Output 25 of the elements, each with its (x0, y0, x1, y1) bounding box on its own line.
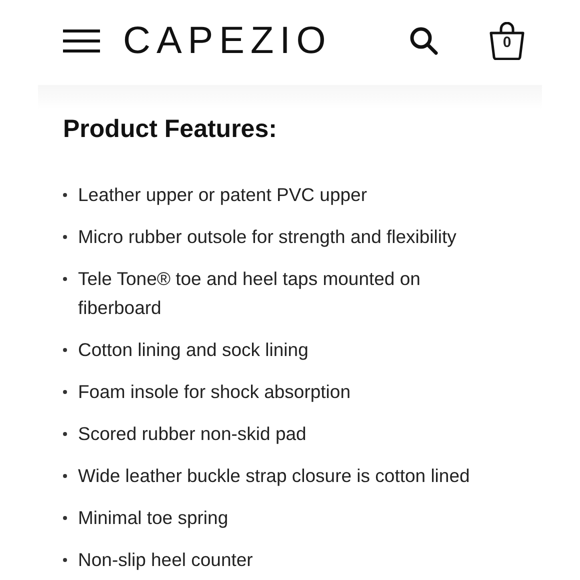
bullet-icon (63, 193, 67, 197)
feature-item: Foam insole for shock absorption (78, 380, 350, 404)
feature-item: Cotton lining and sock lining (78, 338, 308, 362)
bullet-icon (63, 516, 67, 520)
bag-icon (489, 22, 525, 60)
bullet-icon (63, 432, 67, 436)
feature-item: Scored rubber non-skid pad (78, 422, 306, 446)
bullet-icon (63, 277, 67, 281)
feature-item: Tele Tone® toe and heel taps mounted on fiberboard (78, 267, 422, 320)
menu-icon[interactable] (63, 29, 100, 53)
logo[interactable]: CAPEZIO (123, 22, 332, 60)
feature-item: Micro rubber outsole for strength and flexibility (78, 225, 456, 249)
feature-item: Wide leather buckle strap closure is cotton lined (78, 464, 470, 488)
feature-item: Leather upper or patent PVC upper (78, 183, 367, 207)
bullet-icon (63, 474, 67, 478)
section-heading: Product Features: (63, 114, 278, 145)
feature-item: Non-slip heel counter (78, 548, 253, 572)
bullet-icon (63, 390, 67, 394)
bullet-icon (63, 348, 67, 352)
cart-count: 0 (502, 35, 512, 50)
search-icon[interactable] (409, 26, 439, 56)
bullet-icon (63, 235, 67, 239)
feature-item: Minimal toe spring (78, 506, 228, 530)
bullet-icon (63, 558, 67, 562)
cart-button[interactable]: 0 (489, 22, 525, 60)
